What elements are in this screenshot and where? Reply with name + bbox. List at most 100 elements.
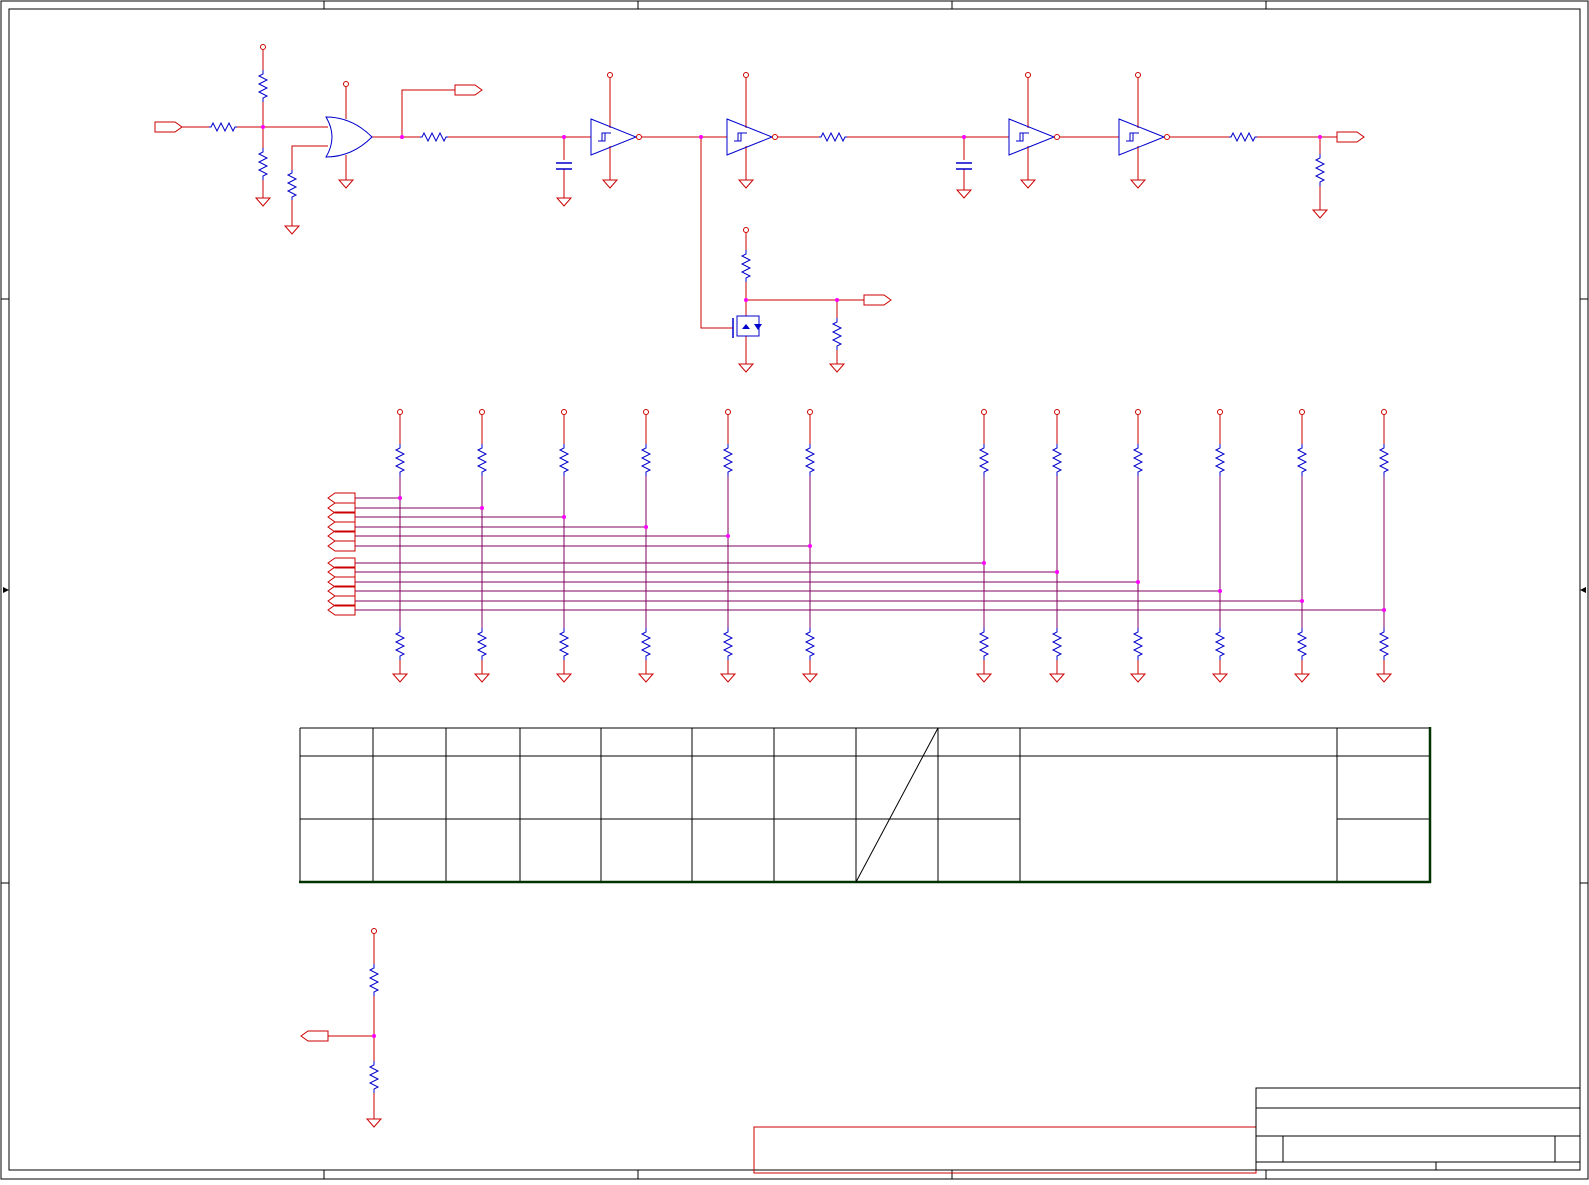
junction-dot — [400, 135, 404, 139]
resistor-symbol — [819, 131, 847, 143]
resistor-symbol — [831, 318, 843, 350]
schmitt-glyph — [1126, 132, 1139, 142]
schmitt-buffer-symbol — [1008, 118, 1056, 156]
ground-symbol — [637, 673, 655, 683]
table-diagonal — [855, 727, 939, 883]
junction-dot — [962, 135, 966, 139]
resistor-symbol — [1296, 628, 1308, 660]
junction-dot — [808, 544, 812, 548]
port-output-symbol — [454, 84, 483, 96]
port-input-symbol — [327, 492, 356, 504]
junction-dot — [1318, 135, 1322, 139]
ground-symbol — [1048, 673, 1066, 683]
power-pin-symbol — [1025, 72, 1031, 78]
resistor-symbol — [209, 121, 237, 133]
power-pin-symbol — [371, 928, 377, 934]
junction-dot — [562, 515, 566, 519]
schmitt-glyph — [734, 132, 747, 142]
resistor-symbol — [368, 964, 380, 996]
note-box — [753, 1126, 1257, 1174]
resistor-symbol — [1314, 154, 1326, 186]
resistor-symbol — [1296, 444, 1308, 476]
ground-symbol — [1211, 673, 1229, 683]
resistor-symbol — [804, 444, 816, 476]
resistor-symbol — [1378, 444, 1390, 476]
wire — [372, 89, 455, 138]
power-pin-symbol — [260, 44, 266, 50]
ground-symbol — [254, 197, 272, 207]
schematic-canvas — [0, 0, 1589, 1180]
resistor-symbol — [804, 628, 816, 660]
title-block — [1255, 1087, 1581, 1171]
ground-symbol — [601, 179, 619, 189]
inverter-bubble — [772, 134, 778, 140]
port-output-symbol — [1336, 131, 1365, 143]
resistor-symbol — [368, 1061, 380, 1093]
power-pin-symbol — [743, 72, 749, 78]
resistor-symbol — [1378, 628, 1390, 660]
resistor-symbol — [1132, 444, 1144, 476]
resistor-symbol — [394, 444, 406, 476]
ground-symbol — [1311, 209, 1329, 219]
schmitt-buffer-symbol — [726, 118, 774, 156]
junction-dot — [1382, 608, 1386, 612]
junction-dot — [562, 135, 566, 139]
junction-dot — [480, 506, 484, 510]
wires — [182, 50, 1385, 1119]
inverter-bubble — [1054, 134, 1060, 140]
resistor-symbol — [257, 148, 269, 180]
ground-symbol — [365, 1118, 383, 1128]
schmitt-glyph — [598, 132, 611, 142]
junction-dot — [1055, 570, 1059, 574]
junction-dot — [644, 525, 648, 529]
resistor-symbol — [1214, 444, 1226, 476]
junction-dot — [1300, 599, 1304, 603]
power-pin-symbol — [1217, 409, 1223, 415]
ground-symbol — [337, 179, 355, 189]
resistor-symbol — [640, 628, 652, 660]
junction-dot — [726, 534, 730, 538]
power-pin-symbol — [743, 227, 749, 233]
ground-symbol — [737, 179, 755, 189]
schmitt-buffer-symbol — [1118, 118, 1166, 156]
ground-symbol — [737, 363, 755, 373]
resistor-symbol — [394, 628, 406, 660]
ground-symbol — [828, 363, 846, 373]
junction-dot — [1218, 589, 1222, 593]
resistor-symbol — [978, 444, 990, 476]
power-pin-symbol — [479, 409, 485, 415]
ground-symbol — [1129, 673, 1147, 683]
power-pin-symbol — [981, 409, 987, 415]
mosfet-arrow — [742, 324, 750, 329]
resistor-symbol — [1229, 131, 1257, 143]
schmitt-glyph — [1016, 132, 1029, 142]
inverter-bubble — [636, 134, 642, 140]
ground-symbol — [555, 673, 573, 683]
resistor-symbol — [1214, 628, 1226, 660]
junction-dot — [982, 561, 986, 565]
junction-dot — [1136, 580, 1140, 584]
sheet-border — [0, 0, 1589, 1180]
port-input-symbol — [300, 1030, 329, 1042]
junction-dot — [398, 496, 402, 500]
power-pin-symbol — [1381, 409, 1387, 415]
inverter-bubble — [1164, 134, 1170, 140]
schematic-sheet — [0, 0, 1589, 1180]
mosfet-diode — [754, 324, 762, 330]
power-pin-symbol — [1054, 409, 1060, 415]
power-pin-symbol — [1135, 409, 1141, 415]
ground-symbol — [1293, 673, 1311, 683]
ground-symbol — [391, 673, 409, 683]
junction-dot — [744, 298, 748, 302]
port-input-symbol — [327, 540, 356, 552]
ground-symbol — [719, 673, 737, 683]
ground-symbol — [1129, 179, 1147, 189]
junction-dot — [699, 135, 703, 139]
resistor-symbol — [420, 131, 448, 143]
resistor-symbol — [558, 628, 570, 660]
resistor-symbol — [1051, 628, 1063, 660]
resistor-symbol — [558, 444, 570, 476]
ground-symbol — [801, 673, 819, 683]
power-pin-symbol — [607, 72, 613, 78]
port-output-symbol — [154, 121, 183, 133]
